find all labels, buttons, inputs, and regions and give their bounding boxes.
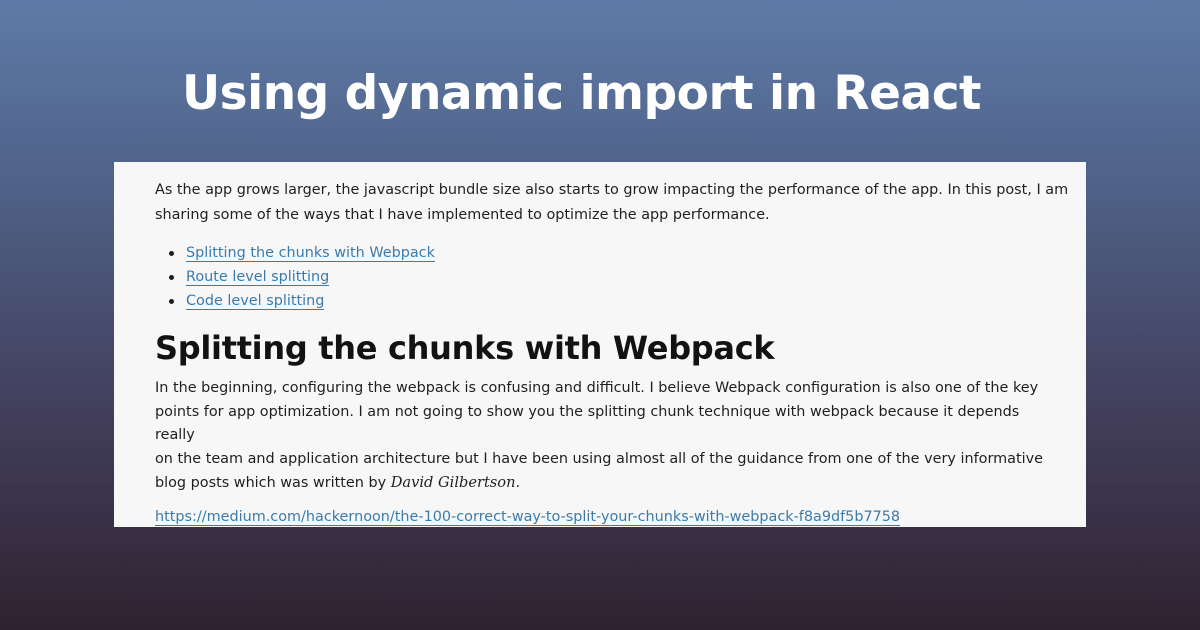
body-paragraph: In the beginning, configuring the webpac…	[155, 377, 1046, 496]
toc-link-code-level[interactable]: Code level splitting	[186, 293, 325, 310]
author-name: David Gilbertson	[390, 474, 516, 491]
reference-paragraph: https://medium.com/hackernoon/the-100-co…	[155, 505, 1046, 528]
intro-paragraph: As the app grows larger, the javascript …	[155, 178, 1068, 228]
toc-item: Code level splitting	[169, 289, 1046, 313]
section-heading: Splitting the chunks with Webpack	[155, 329, 775, 367]
bullet-icon	[169, 251, 174, 256]
og-card: { "title": "Using dynamic import in Reac…	[0, 0, 1200, 630]
bullet-icon	[169, 299, 174, 304]
intro-line-2: sharing some of the ways that I have imp…	[155, 207, 770, 223]
toc-item: Splitting the chunks with Webpack	[169, 241, 1046, 265]
body-line-4: blog posts which was written by	[155, 475, 391, 491]
body-line-1: In the beginning, configuring the webpac…	[155, 380, 1039, 396]
toc-link-webpack[interactable]: Splitting the chunks with Webpack	[186, 245, 435, 262]
body-line-2: points for app optimization. I am not go…	[155, 403, 1020, 444]
reference-link[interactable]: https://medium.com/hackernoon/the-100-co…	[155, 508, 901, 526]
toc-link-route-level[interactable]: Route level splitting	[186, 269, 330, 286]
body-line-4-end: .	[515, 475, 521, 491]
bullet-icon	[169, 275, 174, 280]
body-line-3: on the team and application architecture…	[155, 450, 1043, 467]
table-of-contents: Splitting the chunks with Webpack Route …	[155, 241, 1046, 313]
toc-item: Route level splitting	[169, 265, 1046, 289]
intro-line-1: As the app grows larger, the javascript …	[155, 182, 1069, 198]
page-title: Using dynamic import in React	[181, 66, 982, 121]
article-screenshot-panel: As the app grows larger, the javascript …	[114, 162, 1086, 527]
